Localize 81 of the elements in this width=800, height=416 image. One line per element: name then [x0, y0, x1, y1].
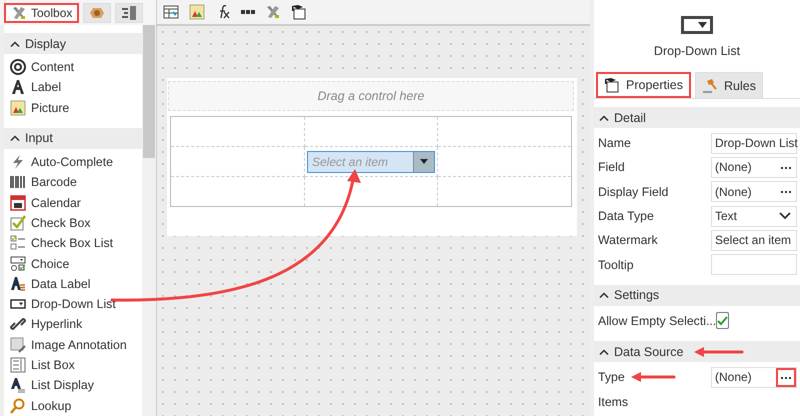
tools-icon	[265, 4, 281, 20]
property-label: Name	[598, 136, 631, 150]
control-title: Drop-Down List	[654, 44, 740, 58]
toolbox-item[interactable]: Label	[4, 77, 142, 98]
listdisplay-icon	[10, 377, 26, 394]
lookup-icon	[10, 398, 26, 414]
toolbox-item[interactable]: Choice	[4, 253, 142, 274]
annotate-icon	[10, 336, 26, 353]
section-header[interactable]: Detail	[599, 110, 646, 124]
picture-icon	[189, 4, 205, 20]
toolbox-item[interactable]: Check Box	[4, 212, 142, 234]
toolbox-item[interactable]: Picture	[4, 98, 142, 118]
scrollbar[interactable]	[142, 25, 156, 416]
property-label: Watermark	[598, 233, 658, 248]
dropdown-icon	[681, 16, 713, 34]
toolbox-item[interactable]: List Display	[4, 375, 142, 396]
toolbox-tab[interactable]	[115, 3, 144, 23]
checklist-icon	[10, 235, 26, 252]
picker-field[interactable]: (None)	[711, 156, 797, 178]
property-label: Allow Empty Selecti...	[598, 314, 716, 328]
checkbox[interactable]	[716, 312, 730, 330]
section-header[interactable]: Settings	[599, 288, 660, 302]
chevron-down-icon	[779, 212, 791, 220]
toolbar-button[interactable]	[291, 4, 307, 20]
toolbox-item[interactable]: Hyperlink	[4, 314, 142, 335]
outline-icon	[121, 5, 138, 21]
property-label: Tooltip	[598, 258, 634, 272]
gavel-icon	[702, 78, 718, 94]
input-field[interactable]	[711, 254, 797, 276]
panel-tab[interactable]: Properties	[596, 72, 691, 98]
toolbar-button[interactable]	[163, 4, 179, 20]
toolbox-tab[interactable]	[83, 3, 112, 23]
property-label: Data Type	[598, 209, 654, 224]
toolbox-item[interactable]: Drop-Down List	[4, 294, 142, 314]
property-label: Type	[598, 370, 625, 384]
toolbar-button[interactable]	[241, 10, 255, 14]
collapse-chevron-icon	[10, 40, 20, 46]
toolbox-item[interactable]: Data Label	[4, 274, 142, 294]
toolbox-item[interactable]: Lookup	[4, 395, 142, 416]
property-label: Items	[598, 394, 628, 409]
section-header[interactable]: Display	[4, 33, 142, 54]
collapse-chevron-icon	[599, 292, 609, 298]
section-header[interactable]: Input	[4, 128, 142, 149]
hexagon-icon	[89, 5, 106, 21]
picker-field[interactable]: (None)	[711, 181, 797, 202]
panel-tab[interactable]: Rules	[694, 72, 763, 98]
toolbox-item[interactable]: List Box	[4, 354, 142, 376]
tools-icon	[11, 5, 27, 21]
drop-zone: Drag a control here	[168, 81, 574, 111]
input-field[interactable]: Select an item	[711, 230, 797, 251]
property-label: Field	[598, 160, 625, 174]
link-icon	[10, 316, 26, 332]
property-label: Display Field	[598, 184, 668, 199]
datalabel-icon	[10, 276, 26, 292]
input-field[interactable]: Drop-Down List	[711, 132, 797, 154]
choice-icon	[10, 256, 26, 272]
collapse-chevron-icon	[599, 114, 609, 120]
toolbox-item[interactable]: Barcode	[4, 172, 142, 192]
toolbox-item[interactable]: Calendar	[4, 192, 142, 213]
select-field[interactable]: Text	[711, 206, 797, 227]
more-icon[interactable]	[776, 368, 796, 387]
collapse-chevron-icon	[10, 135, 20, 142]
toolbox-tab[interactable]: Toolbox	[4, 3, 80, 23]
toolbox-item[interactable]: Content	[4, 57, 142, 78]
table-icon	[163, 4, 179, 20]
toolbox-item[interactable]: Auto-Complete	[4, 152, 142, 172]
caret-icon	[420, 159, 428, 164]
checkbox-icon	[10, 214, 26, 231]
toolbox-item[interactable]: Image Annotation	[4, 334, 142, 355]
collapse-chevron-icon	[599, 348, 609, 355]
toolbox-item[interactable]: Check Box List	[4, 233, 142, 254]
properties-icon	[291, 4, 307, 20]
picture-icon	[10, 100, 26, 116]
more-icon	[241, 10, 255, 14]
bolt-icon	[10, 154, 26, 170]
calendar-icon	[10, 194, 26, 211]
properties-icon	[604, 77, 620, 93]
letter-icon	[10, 79, 26, 96]
listbox-icon	[10, 357, 26, 373]
barcode-icon	[10, 174, 26, 190]
picker-field[interactable]: (None)	[711, 366, 797, 388]
